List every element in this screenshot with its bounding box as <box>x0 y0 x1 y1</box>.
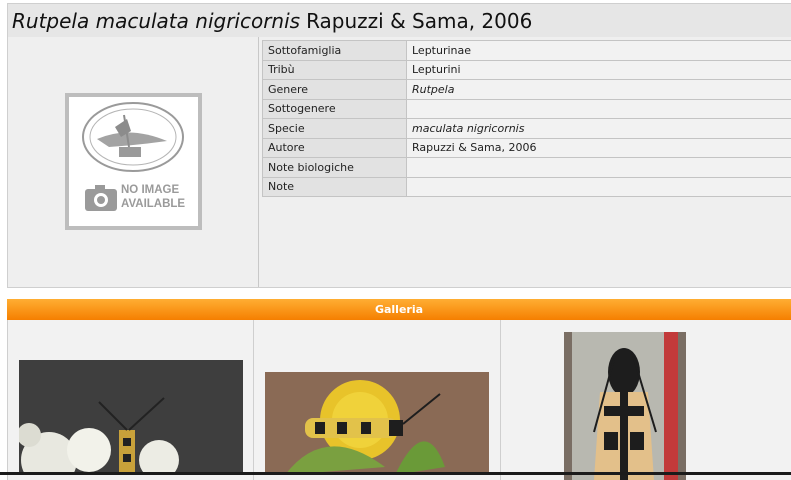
taxonomy-value <box>407 99 791 119</box>
taxonomy-row: AutoreRapuzzi & Sama, 2006 <box>263 138 791 158</box>
taxonomy-value <box>407 177 791 197</box>
taxonomy-label: Note biologiche <box>263 158 407 178</box>
taxonomy-label: Genere <box>263 80 407 100</box>
gallery-cell[interactable] <box>8 320 254 480</box>
gallery-photo-1[interactable] <box>19 360 243 475</box>
taxonomy-label: Note <box>263 177 407 197</box>
no-image-placeholder: NO IMAGE AVAILABLE <box>65 93 202 230</box>
no-image-caption: NO IMAGE AVAILABLE <box>121 183 185 211</box>
taxonomy-row: TribùLepturini <box>263 60 791 80</box>
taxonomy-value: Rutpela <box>407 80 791 100</box>
taxonomy-row: GenereRutpela <box>263 80 791 100</box>
taxonomy-label: Autore <box>263 138 407 158</box>
taxonomy-label: Specie <box>263 119 407 139</box>
species-info-panel: NO IMAGE AVAILABLE SottofamigliaLepturin… <box>7 37 791 288</box>
taxonomy-label: Sottogenere <box>263 99 407 119</box>
taxonomy-label: Sottofamiglia <box>263 41 407 61</box>
taxonomy-value: maculata nigricornis <box>407 119 791 139</box>
taxonomy-label: Tribù <box>263 60 407 80</box>
taxonomy-table: SottofamigliaLepturinaeTribùLepturiniGen… <box>262 40 791 197</box>
taxonomy-row: Note biologiche <box>263 158 791 178</box>
species-name: Rutpela maculata nigricornis <box>12 9 300 33</box>
gallery-photo-3[interactable] <box>564 332 686 480</box>
page-title: Rutpela maculata nigricornis Rapuzzi & S… <box>7 3 791 37</box>
species-image-cell: NO IMAGE AVAILABLE <box>8 37 259 287</box>
taxonomy-table-wrap: SottofamigliaLepturinaeTribùLepturiniGen… <box>262 40 791 197</box>
taxonomy-value: Rapuzzi & Sama, 2006 <box>407 138 791 158</box>
camera-icon <box>85 185 117 211</box>
gallery-cell[interactable] <box>254 320 501 480</box>
taxonomy-row: Speciemaculata nigricornis <box>263 119 791 139</box>
gallery-header: Galleria <box>7 299 791 320</box>
taxonomy-value: Lepturini <box>407 60 791 80</box>
taxonomy-value: Lepturinae <box>407 41 791 61</box>
taxonomy-row: Note <box>263 177 791 197</box>
taxonomy-row: SottofamigliaLepturinae <box>263 41 791 61</box>
gallery <box>7 320 791 480</box>
taxonomy-value <box>407 158 791 178</box>
gallery-photo-2[interactable] <box>265 372 489 475</box>
gallery-cell[interactable] <box>501 320 791 480</box>
species-author: Rapuzzi & Sama, 2006 <box>306 9 532 33</box>
taxonomy-row: Sottogenere <box>263 99 791 119</box>
